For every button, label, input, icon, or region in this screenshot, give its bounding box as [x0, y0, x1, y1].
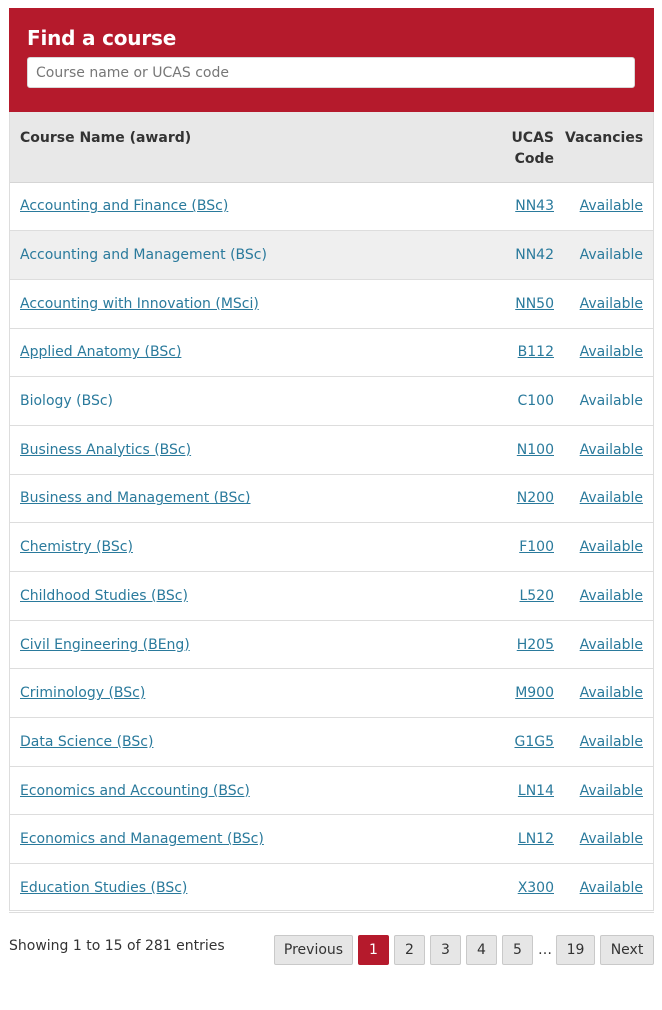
course-link[interactable]: Data Science (BSc) [20, 734, 153, 750]
courses-table: Course Name (award) UCAS Code Vacancies A… [9, 112, 654, 913]
course-finder: Find a course Course Name (award) UCASCo… [0, 0, 662, 1010]
vacancies-link[interactable]: Available [580, 247, 643, 263]
ucas-code-link[interactable]: B112 [518, 344, 554, 360]
search-input[interactable] [27, 57, 635, 88]
course-link[interactable]: Economics and Management (BSc) [20, 831, 264, 847]
vacancies-link[interactable]: Available [580, 393, 643, 409]
course-link[interactable]: Chemistry (BSc) [20, 539, 133, 555]
vacancies-link[interactable]: Available [580, 783, 643, 799]
page-button-4[interactable]: 4 [466, 935, 497, 965]
table-row: Economics and Accounting (BSc) LN14 Avai… [9, 766, 654, 815]
ucas-code-link[interactable]: M900 [515, 685, 554, 701]
entries-info: Showing 1 to 15 of 281 entries [9, 938, 225, 954]
vacancies-link[interactable]: Available [580, 490, 643, 506]
ucas-code-link[interactable]: G1G5 [514, 734, 554, 750]
column-header-course-name[interactable]: Course Name (award) [9, 112, 479, 183]
course-link[interactable]: Childhood Studies (BSc) [20, 588, 188, 604]
page-button-19[interactable]: 19 [556, 935, 595, 965]
page-button-5[interactable]: 5 [502, 935, 533, 965]
vacancies-link[interactable]: Available [580, 831, 643, 847]
vacancies-link[interactable]: Available [580, 198, 643, 214]
search-title: Find a course [27, 26, 177, 50]
column-header-ucas-code[interactable]: UCAS Code [479, 112, 564, 183]
course-link[interactable]: Economics and Accounting (BSc) [20, 783, 250, 799]
vacancies-link[interactable]: Available [580, 588, 643, 604]
table-row: Accounting with Innovation (MSci) NN50 A… [9, 279, 654, 329]
vacancies-link[interactable]: Available [580, 880, 643, 896]
column-header-vacancies[interactable]: Vacancies [564, 112, 654, 183]
course-link[interactable]: Accounting and Management (BSc) [20, 247, 267, 263]
table-row: Education Studies (BSc) X300 Available [9, 864, 654, 913]
vacancies-link[interactable]: Available [580, 539, 643, 555]
ucas-code-link[interactable]: LN14 [518, 783, 554, 799]
ucas-code-link[interactable]: F100 [519, 539, 554, 555]
table-row: Data Science (BSc) G1G5 Available [9, 718, 654, 767]
vacancies-link[interactable]: Available [580, 734, 643, 750]
ucas-code-link[interactable]: N100 [517, 442, 554, 458]
vacancies-link[interactable]: Available [580, 685, 643, 701]
course-link[interactable]: Business Analytics (BSc) [20, 442, 191, 458]
ucas-code-link[interactable]: NN50 [515, 296, 554, 312]
next-page-button[interactable]: Next [600, 935, 654, 965]
ucas-code-link[interactable]: H205 [517, 637, 554, 653]
ucas-code-link[interactable]: C100 [518, 393, 555, 409]
ucas-code-link[interactable]: LN12 [518, 831, 554, 847]
course-link[interactable]: Accounting with Innovation (MSci) [20, 296, 259, 312]
table-row: Economics and Management (BSc) LN12 Avai… [9, 815, 654, 864]
course-link[interactable]: Business and Management (BSc) [20, 490, 251, 506]
page-button-1[interactable]: 1 [358, 935, 389, 965]
table-row: Childhood Studies (BSc) L520 Available [9, 572, 654, 621]
table-header-row: Course Name (award) UCAS Code Vacancies [9, 112, 654, 183]
previous-page-button[interactable]: Previous [274, 935, 353, 965]
course-link[interactable]: Civil Engineering (BEng) [20, 637, 190, 653]
table-row: Accounting and Management (BSc) NN42 Ava… [9, 230, 654, 280]
table-row: Business and Management (BSc) N200 Avail… [9, 474, 654, 523]
search-panel: Find a course [9, 8, 654, 112]
course-link[interactable]: Biology (BSc) [20, 393, 113, 409]
table-row: Accounting and Finance (BSc) NN43 Availa… [9, 182, 654, 231]
table-row: Chemistry (BSc) F100 Available [9, 523, 654, 572]
vacancies-link[interactable]: Available [580, 296, 643, 312]
course-link[interactable]: Criminology (BSc) [20, 685, 145, 701]
course-link[interactable]: Education Studies (BSc) [20, 880, 187, 896]
vacancies-link[interactable]: Available [580, 442, 643, 458]
pagination-ellipsis: … [538, 942, 552, 958]
table-row: Civil Engineering (BEng) H205 Available [9, 620, 654, 669]
course-link[interactable]: Applied Anatomy (BSc) [20, 344, 181, 360]
page-button-3[interactable]: 3 [430, 935, 461, 965]
vacancies-link[interactable]: Available [580, 637, 643, 653]
ucas-code-link[interactable]: NN42 [515, 247, 554, 263]
ucas-code-link[interactable]: X300 [518, 880, 554, 896]
table-row: Applied Anatomy (BSc) B112 Available [9, 328, 654, 377]
table-row: Business Analytics (BSc) N100 Available [9, 425, 654, 475]
ucas-code-link[interactable]: L520 [519, 588, 554, 604]
table-row: Criminology (BSc) M900 Available [9, 669, 654, 718]
ucas-code-link[interactable]: N200 [517, 490, 554, 506]
page-button-2[interactable]: 2 [394, 935, 425, 965]
course-link[interactable]: Accounting and Finance (BSc) [20, 198, 228, 214]
table-row: Biology (BSc) C100 Available [9, 377, 654, 426]
ucas-code-link[interactable]: NN43 [515, 198, 554, 214]
vacancies-link[interactable]: Available [580, 344, 643, 360]
